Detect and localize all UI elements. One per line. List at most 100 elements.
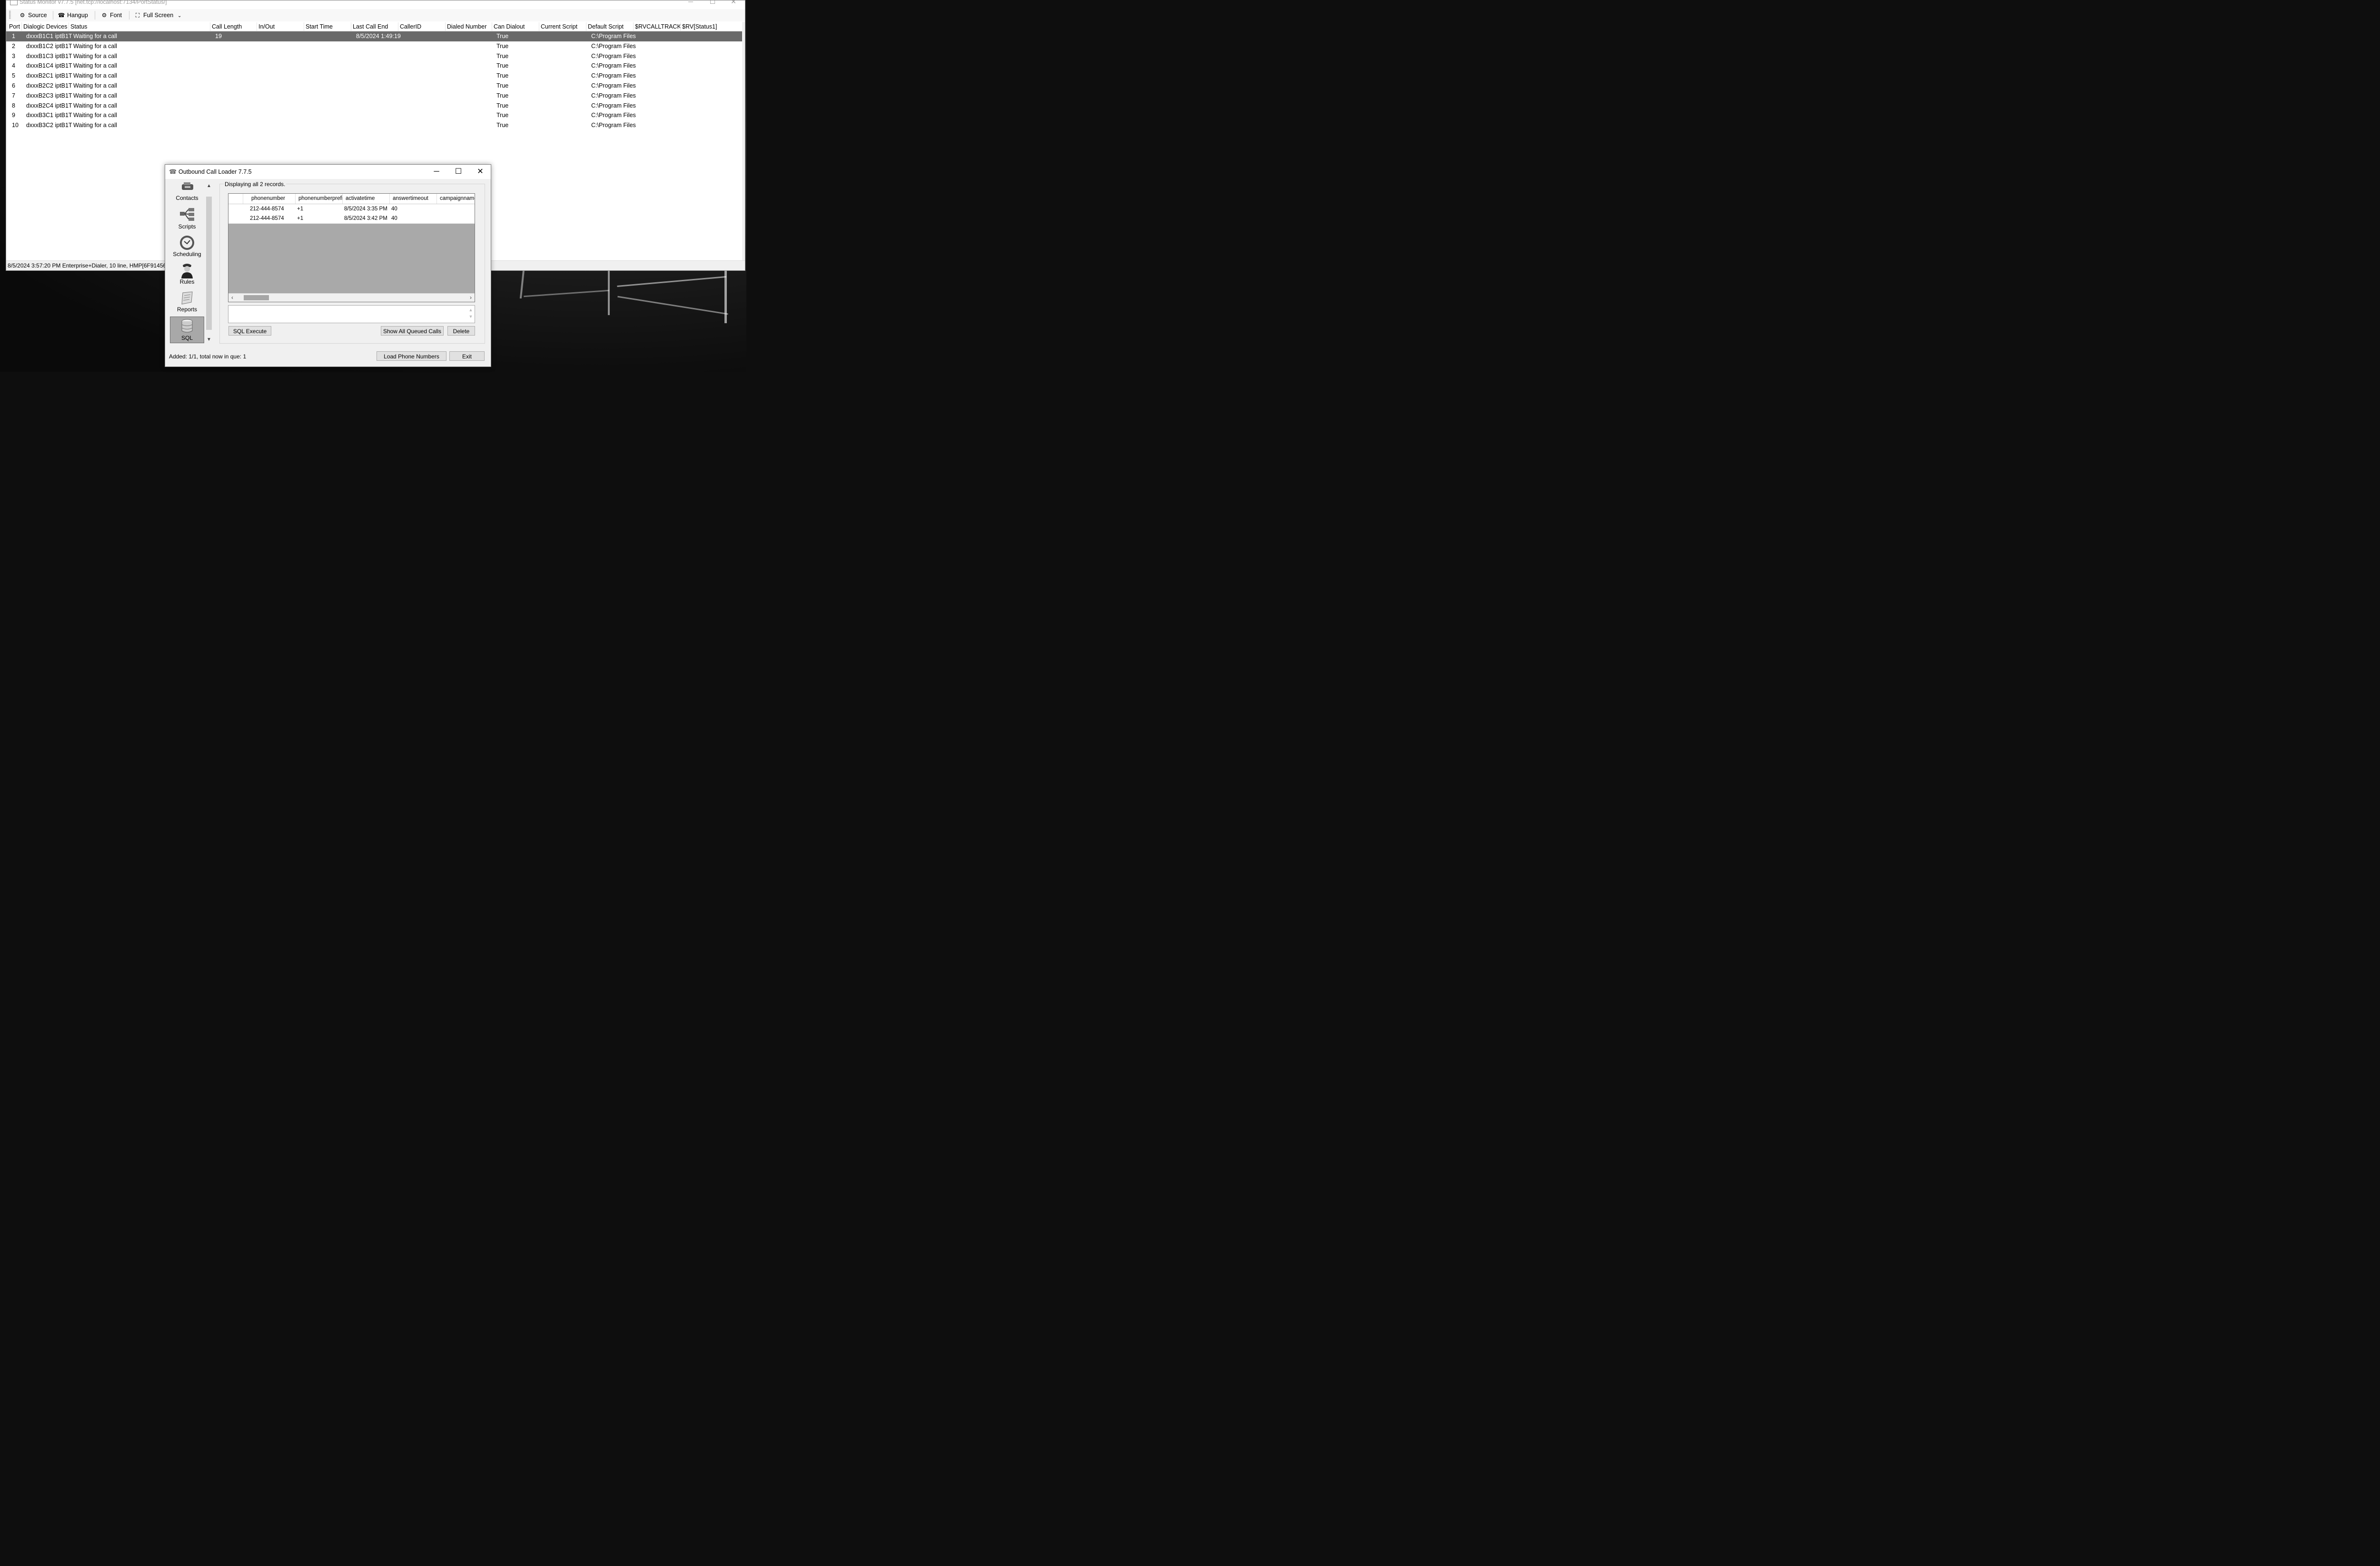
nav-scrollbar[interactable]: ▲ ▼ (205, 182, 213, 343)
hangup-button[interactable]: ☎ Hangup (58, 11, 88, 20)
window-title: Status Monitor v7.7.5 [net.tcp://localho… (20, 0, 167, 5)
nav-item-scheduling[interactable]: Scheduling (169, 235, 205, 259)
cell-default-script: C:\Program Files (591, 102, 636, 109)
cell-status: Waiting for a call (73, 42, 117, 50)
cell-default-script: C:\Program Files (591, 72, 636, 79)
scroll-right-icon[interactable]: › (467, 294, 475, 301)
column-header-campaignname[interactable]: campaignname (437, 194, 475, 204)
toolbar-overflow-button[interactable]: ⌄ (178, 12, 181, 20)
cell-status: Waiting for a call (73, 92, 117, 99)
column-header-in-out[interactable]: In/Out (257, 22, 304, 31)
expand-icon: ⛶ (135, 12, 140, 19)
close-button[interactable]: ✕ (724, 0, 743, 6)
cell-device: dxxxB1C3 iptB1T (26, 52, 72, 59)
column-header-phonenumberprefix[interactable]: phonenumberprefix (296, 194, 343, 204)
column-header-call-length[interactable]: Call Length (210, 22, 257, 31)
scroll-down-icon[interactable]: ▼ (205, 337, 213, 342)
port-row[interactable]: 7 dxxxB2C3 iptB1T Waiting for a call True C:… (6, 91, 745, 101)
show-all-queued-calls-button[interactable]: Show All Queued Calls (381, 326, 444, 336)
nav-item-scripts[interactable]: Scripts (169, 207, 205, 232)
maximize-button[interactable]: ☐ (703, 0, 722, 6)
port-row[interactable]: 10 dxxxB3C2 iptB1T Waiting for a call True C… (6, 120, 745, 130)
port-row[interactable]: 2 dxxxB1C2 iptB1T Waiting for a call True C:… (6, 41, 745, 51)
full-screen-label: Full Screen (143, 12, 174, 19)
column-header-dialogic-devices[interactable]: Dialogic Devices (21, 22, 69, 31)
font-label: Font (110, 12, 122, 19)
toolbar-grip[interactable] (9, 10, 11, 19)
source-button[interactable]: ⚙ Source (19, 11, 47, 20)
close-button[interactable]: ✕ (470, 166, 491, 178)
scripts-icon (179, 207, 195, 223)
cell-can-dialout: True (496, 82, 509, 89)
port-row[interactable]: 8 dxxxB2C4 iptB1T Waiting for a call True C:… (6, 101, 745, 111)
port-row[interactable]: 1 dxxxB1C1 iptB1T Waiting for a call 19 8/5/… (6, 31, 745, 41)
column-header-can-dialout[interactable]: Can Dialout (492, 22, 539, 31)
load-phone-numbers-button[interactable]: Load Phone Numbers (377, 351, 446, 361)
cell-phonenumber: 212-444-8574 (250, 206, 284, 212)
column-header-dialed-number[interactable]: Dialed Number (445, 22, 492, 31)
nav-item-contacts[interactable]: Contacts (169, 182, 205, 202)
column-header-rvcalltrack[interactable]: $RVCALLTRACK_C (633, 22, 680, 31)
maximize-button[interactable]: ☐ (448, 166, 469, 178)
sql-input-scrollbar[interactable]: ▲ ▼ (468, 307, 474, 322)
cell-campaignname (437, 214, 475, 223)
queued-call-row[interactable]: 212-444-8574 +1 8/5/2024 3:42 PM 40 (228, 214, 475, 224)
port-row[interactable]: 9 dxxxB3C1 iptB1T Waiting for a call True C:… (6, 110, 745, 120)
nav-item-rules[interactable]: Rules (169, 262, 205, 288)
call-loader-titlebar[interactable]: ☎ Outbound Call Loader 7.7.5 ─ ☐ ✕ (165, 165, 491, 179)
nav-item-sql[interactable]: SQL (170, 317, 204, 343)
navigation-panel: Contacts Scripts Scheduling Rules Report… (169, 182, 205, 343)
clock-icon (179, 235, 195, 251)
sql-query-input[interactable]: ▲ ▼ (228, 305, 475, 323)
cell-status: Waiting for a call (73, 112, 117, 119)
cell-default-script: C:\Program Files (591, 92, 636, 99)
nav-scroll-thumb[interactable] (206, 197, 212, 330)
sql-execute-button[interactable]: SQL Execute (228, 326, 271, 336)
cell-device: dxxxB2C4 iptB1T (26, 102, 72, 109)
column-header-start-time[interactable]: Start Time (304, 22, 351, 31)
cell-device: dxxxB3C1 iptB1T (26, 112, 72, 119)
port-row[interactable]: 4 dxxxB1C4 iptB1T Waiting for a call True C:… (6, 61, 745, 71)
cell-last-call-end: 8/5/2024 1:49:19 (356, 33, 401, 40)
column-header-activatetime[interactable]: activatetime (343, 194, 390, 204)
column-header-default-script[interactable]: Default Script (586, 22, 633, 31)
column-header-current-script[interactable]: Current Script (539, 22, 586, 31)
delete-button[interactable]: Delete (447, 326, 475, 336)
cell-can-dialout: True (496, 33, 509, 40)
scroll-up-icon[interactable]: ▲ (205, 183, 213, 188)
port-row[interactable]: 3 dxxxB1C3 iptB1T Waiting for a call True C:… (6, 51, 745, 61)
nav-label: Scripts (178, 223, 196, 230)
minimize-button[interactable]: ─ (426, 166, 447, 178)
source-label: Source (28, 12, 47, 19)
column-header-status[interactable]: Status (69, 22, 210, 31)
port-row[interactable]: 5 dxxxB2C1 iptB1T Waiting for a call True C:… (6, 71, 745, 81)
nav-item-reports[interactable]: Reports (169, 290, 205, 316)
exit-button[interactable]: Exit (449, 351, 485, 361)
cell-status: Waiting for a call (73, 52, 117, 59)
cell-can-dialout: True (496, 62, 509, 69)
vertical-scrollbar[interactable] (742, 22, 745, 261)
cell-device: dxxxB1C4 iptB1T (26, 62, 72, 69)
full-screen-button[interactable]: ⛶ Full Screen (134, 11, 173, 20)
horizontal-scroll-thumb[interactable] (244, 295, 269, 300)
port-row[interactable]: 6 dxxxB2C2 iptB1T Waiting for a call True C:… (6, 81, 745, 91)
column-header-rv-status1[interactable]: $RV[Status1] (680, 22, 739, 31)
queued-call-row[interactable]: 212-444-8574 +1 8/5/2024 3:35 PM 40 (228, 204, 475, 214)
column-header-port[interactable]: Port (7, 22, 22, 31)
column-header-last-call-end[interactable]: Last Call End (351, 22, 398, 31)
column-header-callerid[interactable]: CallerID (398, 22, 445, 31)
column-header-answertimeout[interactable]: answertimeout (390, 194, 437, 204)
horizontal-scrollbar[interactable]: ‹ › (228, 293, 475, 302)
cell-port: 3 (12, 52, 15, 59)
scroll-left-icon[interactable]: ‹ (228, 294, 236, 301)
loader-status-text: Added: 1/1, total now in que: 1 (169, 353, 247, 360)
font-gear-icon: ⚙ (101, 12, 107, 19)
cell-call-length: 19 (215, 33, 222, 40)
cell-status: Waiting for a call (73, 102, 117, 109)
column-header-phonenumber[interactable]: phonenumber (248, 194, 296, 204)
nav-label: SQL (181, 335, 193, 341)
font-button[interactable]: ⚙ Font (100, 11, 122, 20)
status-monitor-titlebar[interactable]: Status Monitor v7.7.5 [net.tcp://localho… (6, 0, 745, 7)
minimize-button[interactable]: ─ (681, 0, 700, 5)
queued-calls-grid: phonenumber phonenumberprefix activateti… (228, 193, 475, 302)
